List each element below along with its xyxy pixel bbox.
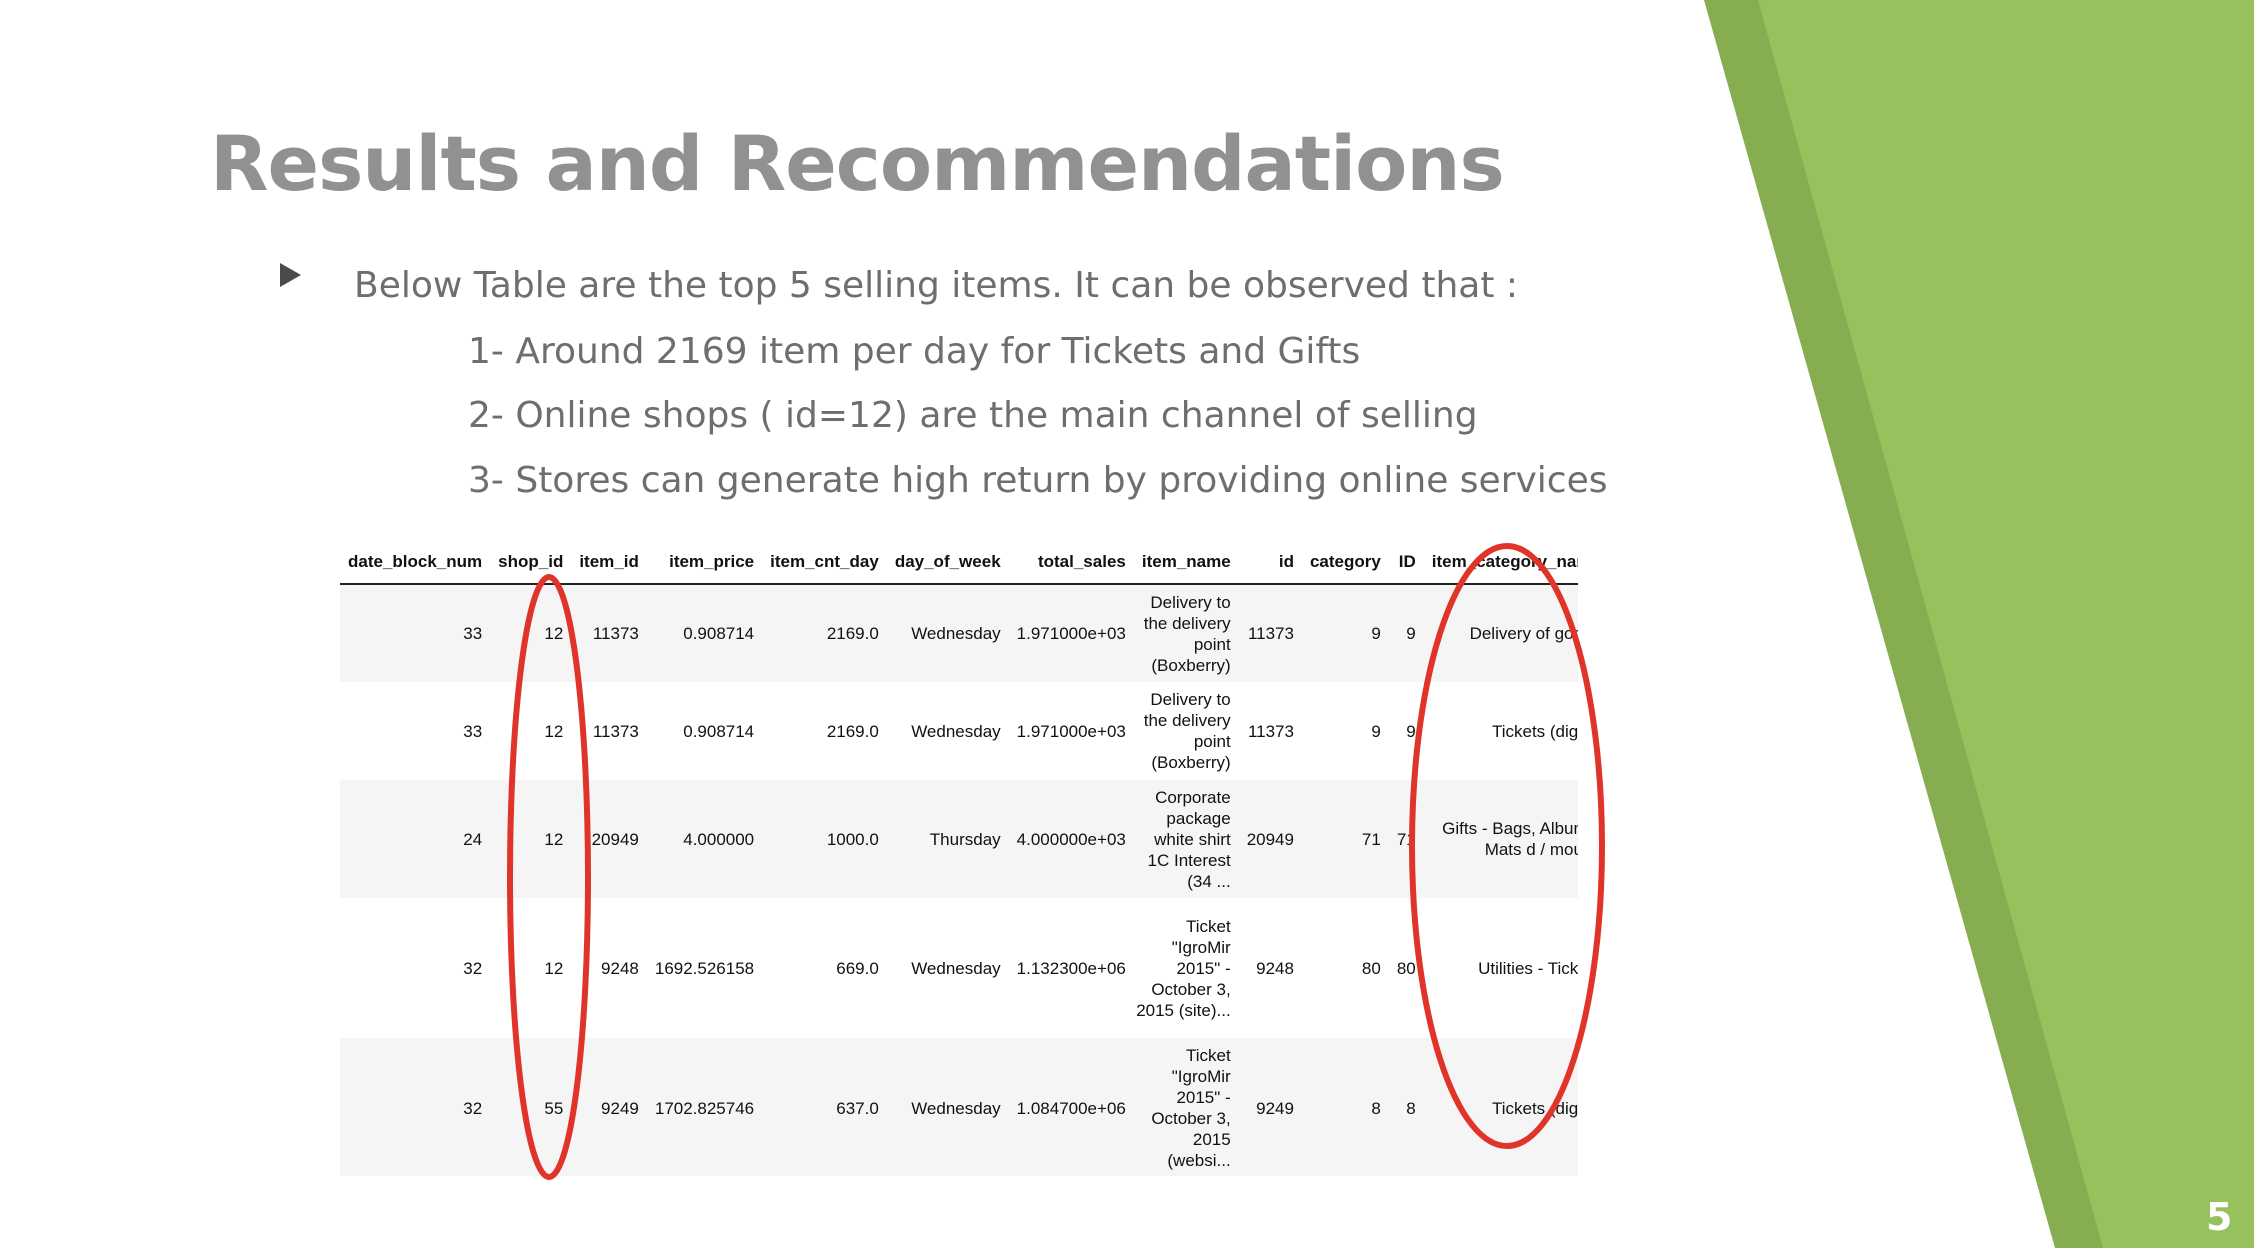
table-cell: 9249 xyxy=(601,1098,639,1118)
table-cell: 24 xyxy=(463,829,483,849)
intro-text: Below Table are the top 5 selling items.… xyxy=(354,265,1519,306)
table-cell: 1.084700e+06 xyxy=(1016,1098,1126,1118)
column-header: shop_id xyxy=(490,540,572,585)
table-cell: 0.908714 xyxy=(683,721,755,741)
table-cell: 55 xyxy=(544,1098,564,1118)
table-cell: 1000.0 xyxy=(826,829,879,849)
table-cell: 0.908714 xyxy=(683,624,755,643)
table-cell: 32 xyxy=(463,958,483,978)
table-cell: 9248 xyxy=(601,958,639,978)
table-cell: Gifts - Bags, Albums, Mats d / mouse xyxy=(1442,819,1578,859)
slide-title: Results and Recommendations xyxy=(210,119,1505,208)
table-cell: 12 xyxy=(544,721,564,741)
column-header: item_cnt_day xyxy=(762,540,887,585)
column-header: item_category_name xyxy=(1423,540,1578,585)
table-cell: 2169.0 xyxy=(826,721,879,741)
table-cell: 12 xyxy=(544,958,564,978)
table-cell: 1692.526158 xyxy=(654,958,755,978)
table-cell: 80 xyxy=(1361,958,1381,978)
table-cell: Ticket "IgroMir 2015" - October 3, 2015 … xyxy=(1151,1046,1231,1170)
table-cell: Thursday xyxy=(929,829,1001,849)
table-cell: Ticket "IgroMir 2015" - October 3, 2015 … xyxy=(1136,916,1231,1020)
point-1: 1- Around 2169 item per day for Tickets … xyxy=(468,331,1361,372)
table-cell: 637.0 xyxy=(836,1098,879,1118)
table-cell: 20949 xyxy=(1246,829,1294,849)
page-number: 5 xyxy=(2206,1195,2233,1239)
table-cell: 33 xyxy=(463,624,483,643)
table-cell: 9248 xyxy=(1256,958,1294,978)
column-header: total_sales xyxy=(1008,540,1134,585)
table-cell: 4.000000e+03 xyxy=(1016,829,1126,849)
table-cell: 9 xyxy=(1406,721,1416,741)
table-cell: 9 xyxy=(1371,721,1381,741)
table-cell: 71 xyxy=(1396,829,1416,849)
table-cell: Delivery to the delivery point (Boxberry… xyxy=(1143,690,1231,772)
table-cell: Corporate package white shirt 1C Interes… xyxy=(1147,787,1231,891)
table-cell: 12 xyxy=(544,829,564,849)
table-cell: 11373 xyxy=(1247,721,1294,741)
table-cell: 669.0 xyxy=(836,958,879,978)
table-cell: Tickets (digits) xyxy=(1491,721,1578,741)
column-header: id xyxy=(1238,540,1302,585)
point-3: 3- Stores can generate high return by pr… xyxy=(468,460,1608,501)
table-cell: 9 xyxy=(1371,624,1381,643)
table-row: 32 12 9248 1692.526158 669.0 Wednesday 1… xyxy=(340,898,1578,1038)
table-cell: Utilities - Tickets xyxy=(1478,958,1578,978)
column-header: item_name xyxy=(1133,540,1239,585)
table-row: 33 12 11373 0.908714 2169.0 Wednesday 1.… xyxy=(340,682,1578,780)
table-cell: 33 xyxy=(463,721,483,741)
table-cell: 71 xyxy=(1361,829,1381,849)
table-cell: Wednesday xyxy=(911,721,1001,741)
column-header: date_block_num xyxy=(340,540,491,585)
table-cell: Wednesday xyxy=(911,1098,1001,1118)
top-items-table: date_block_num shop_id item_id item_pric… xyxy=(340,540,1578,1176)
table-cell: 1.971000e+03 xyxy=(1016,721,1126,741)
table-cell: Wednesday xyxy=(911,624,1001,643)
column-header: day_of_week xyxy=(886,540,1009,585)
table-row: 33 12 11373 0.908714 2169.0 Wednesday 1.… xyxy=(340,584,1578,682)
table-cell: 2169.0 xyxy=(826,624,879,643)
table-cell: 8 xyxy=(1371,1098,1381,1118)
table-cell: 32 xyxy=(463,1098,483,1118)
table-row: 24 12 20949 4.000000 1000.0 Thursday 4.0… xyxy=(340,780,1578,898)
table-cell: 20949 xyxy=(591,829,639,849)
table-cell: 8 xyxy=(1406,1098,1416,1118)
table-cell: 9249 xyxy=(1256,1098,1294,1118)
table-cell: 1.132300e+06 xyxy=(1016,958,1126,978)
table-cell: 4.000000 xyxy=(683,829,755,849)
table-cell: 12 xyxy=(544,624,564,643)
table-cell: Wednesday xyxy=(911,958,1001,978)
column-header: item_price xyxy=(646,540,763,585)
column-header: ID xyxy=(1388,540,1424,585)
table-cell: Tickets (digits) xyxy=(1491,1098,1578,1118)
table-cell: 80 xyxy=(1396,958,1416,978)
point-2: 2- Online shops ( id=12) are the main ch… xyxy=(468,395,1478,436)
table-cell: Delivery of goods xyxy=(1469,624,1578,643)
column-header: category xyxy=(1301,540,1389,585)
table-cell: 1702.825746 xyxy=(654,1098,755,1118)
table-cell: 1.971000e+03 xyxy=(1016,624,1126,643)
triangle-bullet-icon xyxy=(280,263,301,287)
table-cell: 9 xyxy=(1406,624,1416,643)
column-header: item_id xyxy=(571,540,647,585)
table-cell: 11373 xyxy=(592,721,639,741)
table-cell: Delivery to the delivery point (Boxberry… xyxy=(1143,592,1231,675)
table-cell: 11373 xyxy=(1247,624,1294,643)
table-cell: 11373 xyxy=(592,624,639,643)
table-row: 32 55 9249 1702.825746 637.0 Wednesday 1… xyxy=(340,1038,1578,1176)
table-header-row: date_block_num shop_id item_id item_pric… xyxy=(340,540,1578,585)
